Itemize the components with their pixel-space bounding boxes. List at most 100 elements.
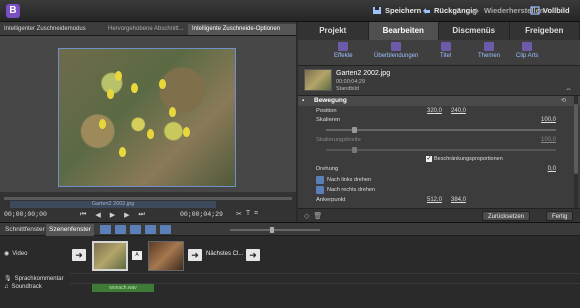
monitor-tools: ✂ T ⌗ <box>236 210 258 218</box>
soundtrack-clip[interactable]: wonach.wav <box>92 284 154 292</box>
scene-clip-garten2[interactable] <box>92 241 128 271</box>
save-icon <box>372 6 382 15</box>
flower <box>183 127 190 137</box>
microphone-icon: 🎙 <box>4 276 12 282</box>
position-y-value[interactable]: 240,0 <box>446 108 466 114</box>
collapse-icon[interactable]: ▪ <box>302 98 304 104</box>
clip-arts-button[interactable]: Clip Arts <box>516 42 538 59</box>
save-button[interactable]: Speichern <box>372 6 421 15</box>
step-back-icon[interactable]: ◀ <box>95 211 100 219</box>
undo-button[interactable]: Rückgängig <box>421 6 477 15</box>
timeline-zoom-slider[interactable] <box>230 227 320 233</box>
video-track: A ➜ Nächstes Cl... ➜ ➜ <box>70 236 580 274</box>
monitor-header: Intelligenter Zuschneidemodus Hervorgeho… <box>0 22 296 36</box>
soundtrack-track-label: ♫ Soundtrack <box>4 284 42 290</box>
tab-highlighted-sections[interactable]: Hervorgehobene Abschnitt... <box>104 24 186 35</box>
rotation-value[interactable]: 0,0 <box>536 166 556 172</box>
effects-button[interactable]: Effekte <box>334 42 353 59</box>
go-to-end-icon[interactable]: ⏭ <box>138 211 144 219</box>
flower <box>131 83 138 93</box>
tab-smart-crop-mode[interactable]: Intelligenter Zuschneidemodus <box>0 24 104 35</box>
tool-3-icon[interactable] <box>130 225 141 234</box>
tab-disc-menus[interactable]: Discmenüs <box>439 22 510 40</box>
tab-share[interactable]: Freigeben <box>510 22 580 40</box>
scale-label: Skalieren <box>316 117 341 123</box>
transition-arrow-icon[interactable]: ➜ <box>188 249 202 261</box>
sceneline: ◉ Video A ➜ Nächstes Cl... ➜ ➜ 🎙 Sprachk… <box>0 236 580 308</box>
scale-value[interactable]: 100,0 <box>536 117 556 123</box>
rotate-left-button[interactable]: Nach links drehen <box>316 176 371 184</box>
tool-4-icon[interactable] <box>145 225 156 234</box>
zoom-slider-knob[interactable] <box>270 227 274 233</box>
rotation-label: Drehung <box>316 166 339 172</box>
tool-1-icon[interactable] <box>100 225 111 234</box>
scale-width-slider[interactable] <box>326 147 556 153</box>
top-toolbar: B Speichern Rückgängig Wiederherstellen … <box>0 0 580 22</box>
fullscreen-icon <box>530 6 540 15</box>
app-logo: B <box>6 4 20 18</box>
play-icon[interactable]: ▶ <box>110 211 115 219</box>
timeline-tools <box>100 225 171 234</box>
titles-button[interactable]: Titel <box>440 42 451 59</box>
scale-slider-knob[interactable] <box>352 127 357 133</box>
transitions-button[interactable]: Überblendungen <box>374 42 418 59</box>
task-panel-tabs: Projekt Bearbeiten Discmenüs Freigeben <box>298 22 580 40</box>
flower <box>107 89 114 99</box>
fullscreen-button[interactable]: Vollbild <box>530 6 570 15</box>
scale-width-value[interactable]: 100,0 <box>536 137 556 143</box>
scrollbar-thumb[interactable] <box>574 104 578 174</box>
anchor-x-value[interactable]: 512,0 <box>422 197 442 203</box>
keyframe-icon[interactable]: ◇ <box>304 212 309 220</box>
narration-track-label: 🎙 Sprachkommentar <box>4 275 64 283</box>
done-button[interactable]: Fertig <box>546 211 574 221</box>
transition-arrow-icon[interactable]: ➜ <box>246 249 260 261</box>
text-tool-icon[interactable]: T <box>246 210 250 218</box>
tool-5-icon[interactable] <box>160 225 171 234</box>
checkbox-checked-icon: ✓ <box>426 156 432 162</box>
scale-slider[interactable] <box>326 127 556 133</box>
reset-button[interactable]: Zurücksetzen <box>482 211 531 221</box>
tab-project[interactable]: Projekt <box>298 22 369 40</box>
scale-width-slider-knob[interactable] <box>352 147 357 153</box>
go-to-start-icon[interactable]: ⏮ <box>80 211 86 219</box>
clip-name: Garten2 2002.jpg <box>336 70 391 77</box>
tab-timeline[interactable]: Schnittfenster <box>2 224 48 236</box>
split-clip-icon[interactable]: ✂ <box>236 210 242 218</box>
crop-icon[interactable]: ⌗ <box>254 210 258 218</box>
anchor-y-value[interactable]: 384,0 <box>446 197 466 203</box>
fullscreen-label: Vollbild <box>543 6 570 15</box>
properties-panel: ▪ Bewegung ⟲ Position 320,0 240,0 Skalie… <box>298 96 580 208</box>
position-x-value[interactable]: 320,0 <box>422 108 442 114</box>
position-label: Position <box>316 108 337 114</box>
transition-arrow-icon[interactable]: ➜ <box>72 249 86 261</box>
properties-scrollbar[interactable] <box>574 96 578 208</box>
scrubber-clip[interactable]: Garten2 2002.jpg <box>10 201 216 208</box>
rotate-right-button[interactable]: Nach rechts drehen <box>316 186 375 194</box>
transition-marker-icon[interactable]: A <box>132 251 142 260</box>
footer-icons: ◇ 🗑 <box>304 212 322 220</box>
next-scene-clip[interactable]: Nächstes Cl... <box>206 251 243 257</box>
flower <box>99 119 106 129</box>
motion-section-label: Bewegung <box>314 97 347 104</box>
clip-options-icon[interactable]: ⇔ <box>565 86 572 93</box>
constrain-proportions-checkbox[interactable]: ✓ Beschränkungsproportionen <box>426 156 503 162</box>
preview-monitor <box>0 36 296 192</box>
motion-section-header[interactable]: ▪ Bewegung ⟲ <box>298 96 580 106</box>
themes-button[interactable]: Themen <box>478 42 500 59</box>
constrain-proportions-label: Beschränkungsproportionen <box>434 156 503 162</box>
tab-smart-crop-options[interactable]: Intelligente Zuschneide-Optionen <box>188 24 296 35</box>
tab-edit[interactable]: Bearbeiten <box>368 22 439 40</box>
delete-icon[interactable]: 🗑 <box>313 212 322 220</box>
preview-image[interactable] <box>58 48 236 187</box>
reset-section-icon[interactable]: ⟲ <box>561 97 566 104</box>
narration-track <box>70 274 580 284</box>
rotate-left-icon <box>316 176 324 184</box>
tool-2-icon[interactable] <box>115 225 126 234</box>
video-track-label: ◉ Video <box>4 250 28 258</box>
step-forward-icon[interactable]: ▶ <box>124 211 129 219</box>
rotate-right-icon <box>316 186 324 194</box>
clip-duration: 00;00;04;29 <box>336 79 366 85</box>
tab-sceneline[interactable]: Szenenfenster <box>46 224 94 236</box>
scene-clip-2[interactable] <box>148 241 184 271</box>
scrubber-track[interactable] <box>4 197 292 200</box>
